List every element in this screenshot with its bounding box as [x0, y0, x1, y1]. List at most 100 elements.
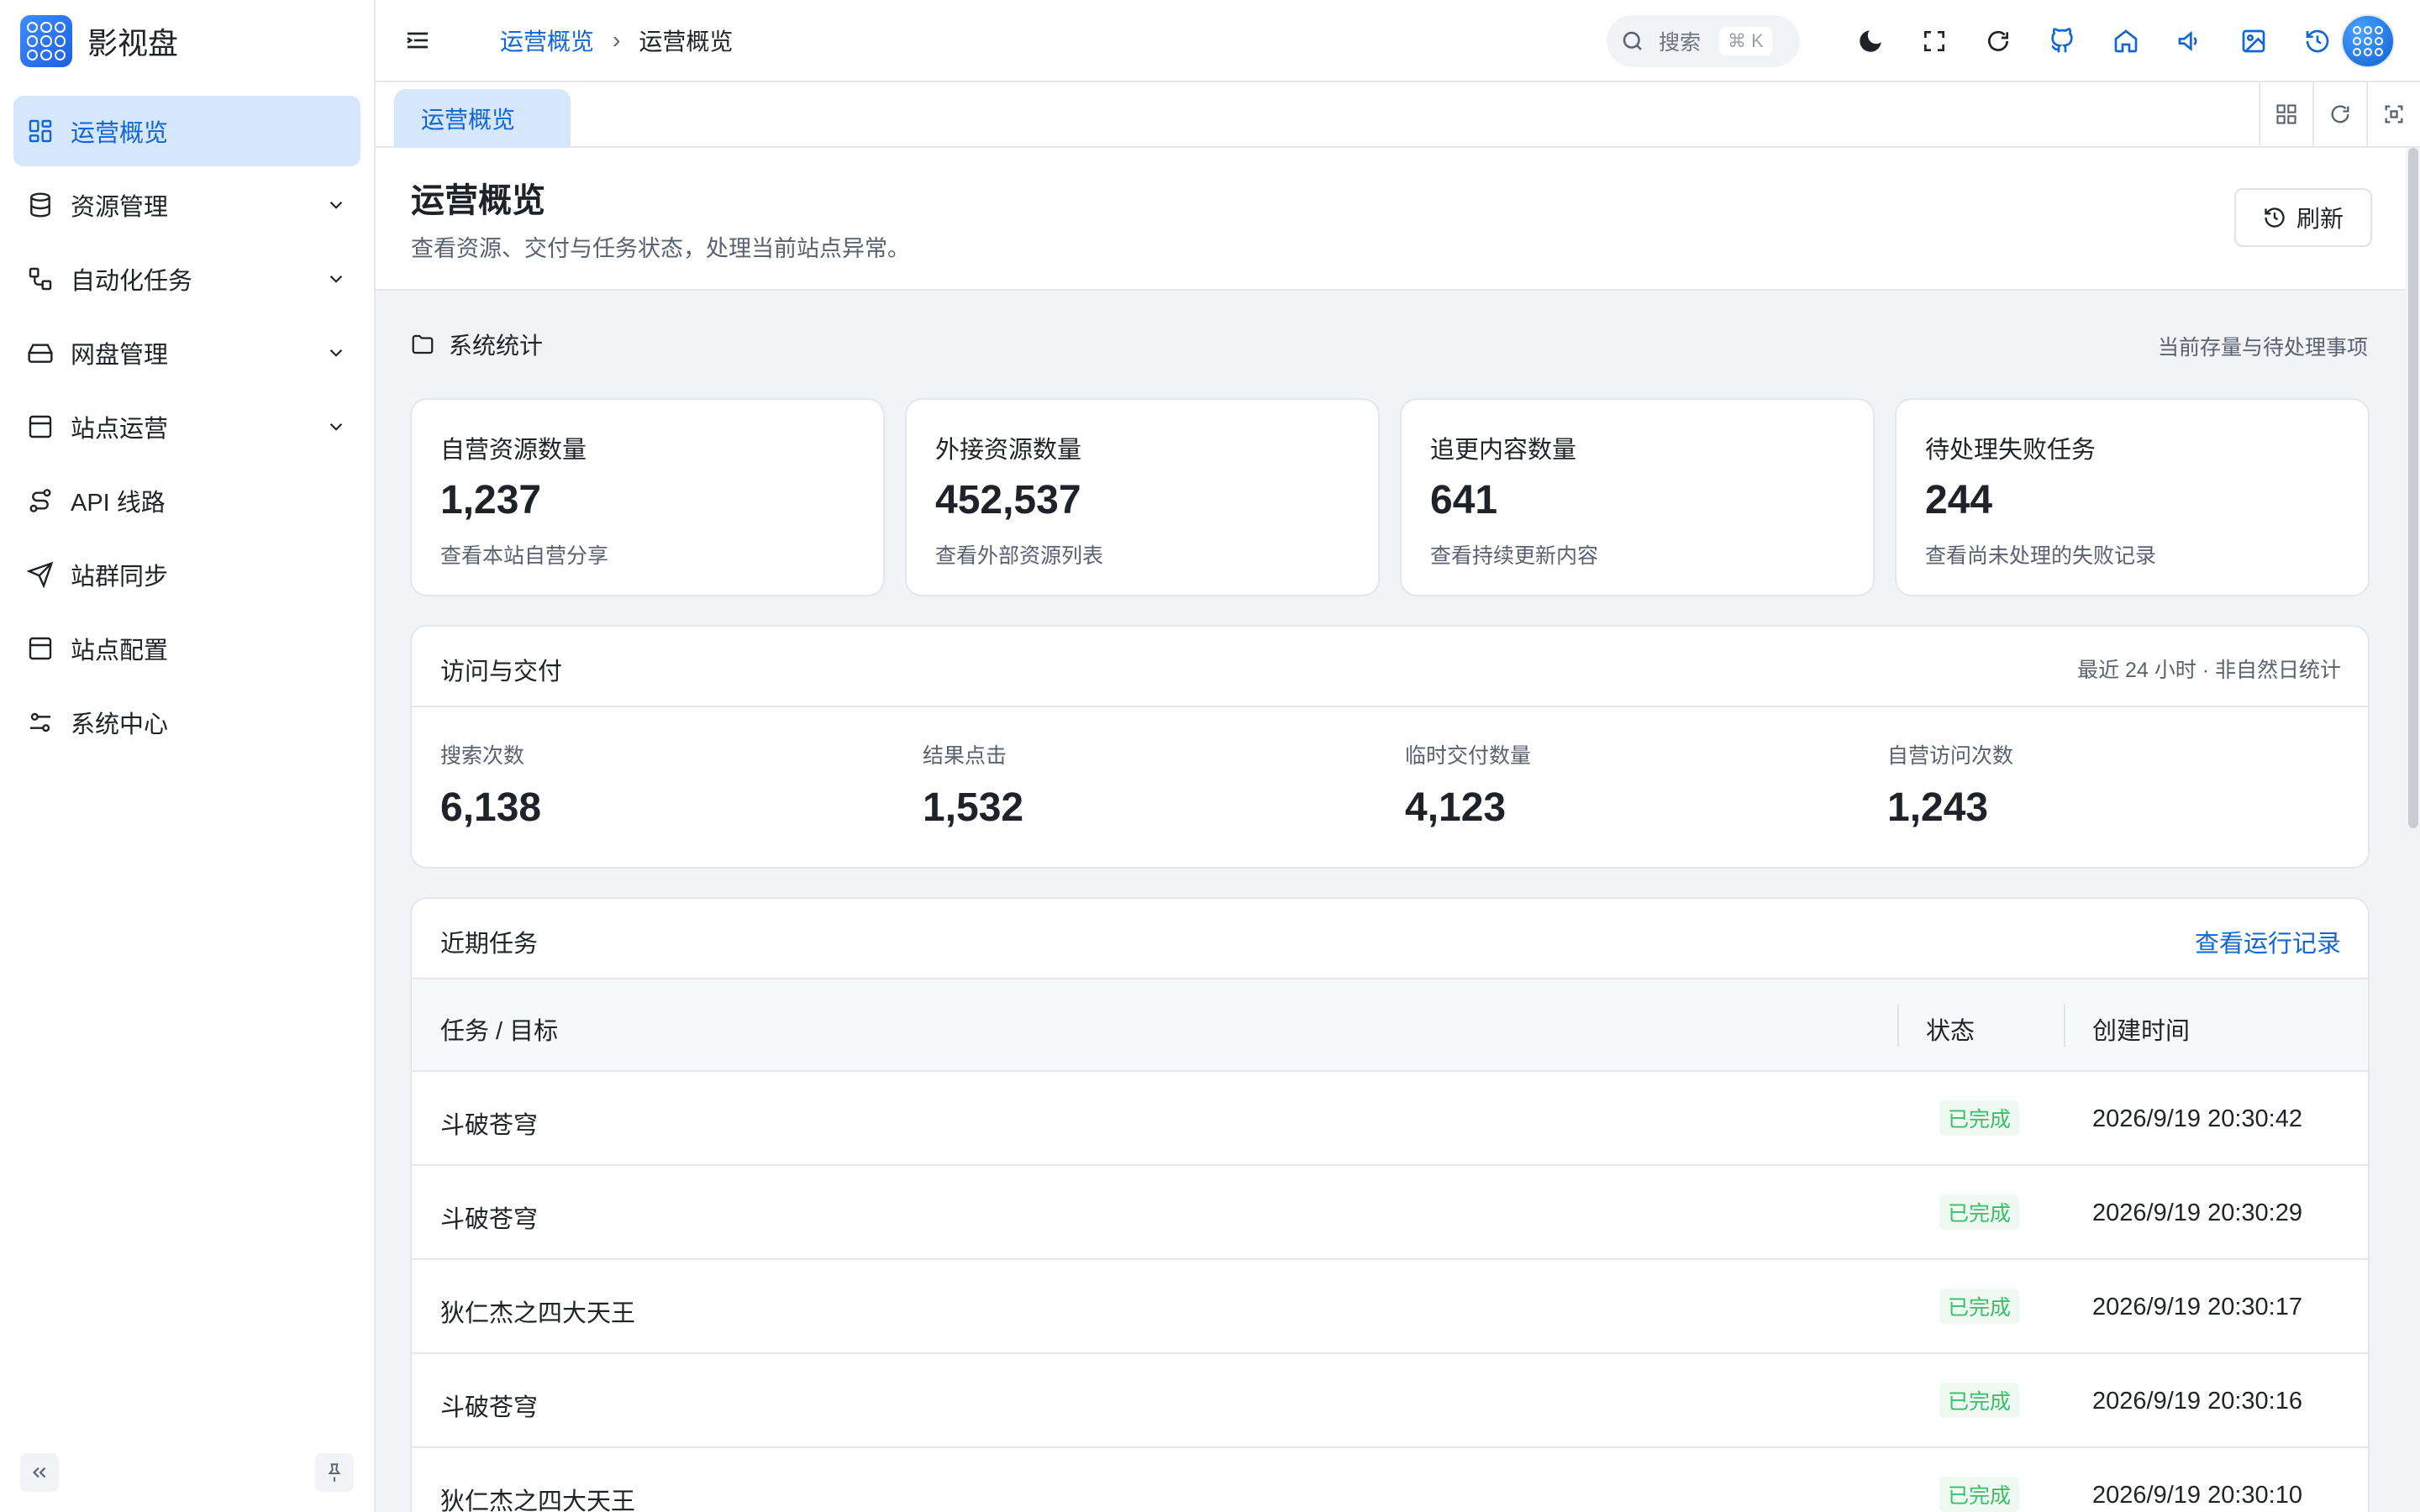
tab-tools [2259, 82, 2420, 146]
grid-logo-icon [20, 15, 72, 67]
avatar[interactable] [2341, 14, 2395, 68]
github-button[interactable] [2041, 20, 2083, 62]
sidebar: 影视盘 运营概览 资源管理 自动化任务 网盘管理 站点运营 API 线路 站群同… [0, 0, 376, 1512]
stat-card-external-resources[interactable]: 外接资源数量 452,537 查看外部资源列表 [905, 398, 1380, 596]
column-header-task[interactable]: 任务 / 目标 [440, 1011, 558, 1047]
refresh-label: 刷新 [2296, 206, 2344, 232]
task-name: 斗破苍穹 [440, 1206, 539, 1233]
sidebar-item-overview[interactable]: 运营概览 [13, 96, 360, 166]
search-shortcut: ⌘ K [1719, 27, 1772, 55]
sidebar-item-site-config[interactable]: 站点配置 [13, 613, 360, 684]
sidebar-item-automation[interactable]: 自动化任务 [13, 244, 360, 314]
stats-section-title: 系统统计 [410, 328, 543, 361]
sidebar-item-label: 自动化任务 [71, 268, 193, 295]
collapse-sidebar-button[interactable] [20, 1453, 59, 1492]
app-name: 影视盘 [87, 26, 179, 60]
sidebar-footer [20, 1453, 354, 1492]
tab-overview[interactable]: 运营概览 [394, 89, 571, 148]
stat-description: 查看外部资源列表 [935, 544, 1104, 568]
refresh-icon [2331, 105, 2349, 123]
workflow-icon [29, 267, 52, 291]
stat-title: 追更内容数量 [1430, 437, 1577, 464]
tasks-title: 近期任务 [440, 931, 539, 958]
column-divider[interactable] [1897, 1005, 1899, 1047]
pin-icon [328, 1463, 341, 1482]
created-time: 2026/9/19 20:30:10 [2092, 1482, 2302, 1509]
tab-refresh-button[interactable] [2312, 82, 2366, 146]
metric-value: 1,532 [923, 785, 1024, 830]
sidebar-menu: 运营概览 资源管理 自动化任务 网盘管理 站点运营 API 线路 站群同步 站点… [0, 82, 374, 774]
reload-button[interactable] [1977, 20, 2019, 62]
stat-card-failed-tasks[interactable]: 待处理失败任务 244 查看尚未处理的失败记录 [1895, 398, 2370, 596]
view-run-records-link[interactable]: 查看运行记录 [2195, 924, 2341, 959]
sidebar-item-label: 站点配置 [71, 638, 169, 664]
breadcrumb-item[interactable]: 运营概览 [500, 24, 594, 57]
history-button[interactable] [2296, 20, 2338, 62]
tab-maximize-button[interactable] [2366, 82, 2420, 146]
sidebar-item-label: 站群同步 [71, 564, 169, 591]
tab-grid-button[interactable] [2259, 82, 2312, 146]
fullscreen-button[interactable] [1913, 20, 1955, 62]
column-header-status[interactable]: 状态 [1926, 1011, 1975, 1047]
pin-sidebar-button[interactable] [315, 1453, 354, 1492]
stat-title: 待处理失败任务 [1925, 437, 2096, 464]
table-row[interactable]: 狄仁杰之四大天王 已完成 2026/9/19 20:30:10 [412, 1448, 2368, 1512]
metric-label: 临时交付数量 [1405, 744, 1532, 768]
home-button[interactable] [2105, 20, 2147, 62]
refresh-button[interactable]: 刷新 [2234, 188, 2372, 247]
table-row[interactable]: 狄仁杰之四大天王 已完成 2026/9/19 20:30:17 [412, 1260, 2368, 1354]
column-header-created[interactable]: 创建时间 [2092, 1011, 2190, 1047]
stat-value: 452,537 [935, 478, 1081, 522]
sidebar-item-api-routes[interactable]: API 线路 [13, 465, 360, 536]
status-badge: 已完成 [1939, 1100, 2020, 1136]
visits-panel-header: 访问与交付 最近 24 小时 · 非自然日统计 [412, 627, 2368, 707]
stat-title: 外接资源数量 [935, 437, 1082, 464]
sidebar-item-label: 系统中心 [71, 711, 169, 738]
window-icon [29, 415, 52, 438]
folder-icon [412, 334, 434, 354]
table-header: 任务 / 目标 状态 创建时间 [412, 979, 2368, 1072]
task-name: 狄仁杰之四大天王 [440, 1300, 636, 1327]
theme-toggle-button[interactable] [1849, 20, 1891, 62]
image-icon [2242, 29, 2265, 53]
table-row[interactable]: 斗破苍穹 已完成 2026/9/19 20:30:16 [412, 1354, 2368, 1448]
breadcrumb: 运营概览 › 运营概览 [500, 24, 733, 57]
page-scrollbar[interactable] [2408, 148, 2418, 828]
grid-icon [2276, 104, 2296, 124]
fullscreen-icon [1924, 31, 1944, 51]
created-time: 2026/9/19 20:30:29 [2092, 1200, 2302, 1226]
sidebar-item-site-ops[interactable]: 站点运营 [13, 391, 360, 462]
metric-value: 6,138 [440, 785, 542, 830]
stat-title: 自营资源数量 [440, 437, 587, 464]
column-divider[interactable] [2064, 1005, 2065, 1047]
announcement-button[interactable] [2169, 20, 2211, 62]
status-badge: 已完成 [1939, 1477, 2020, 1512]
image-button[interactable] [2233, 20, 2275, 62]
stats-title: 系统统计 [449, 333, 544, 359]
metric-value: 4,123 [1405, 785, 1507, 830]
breadcrumb-separator-icon: › [613, 27, 621, 53]
github-icon [2051, 28, 2073, 53]
table-row[interactable]: 斗破苍穹 已完成 2026/9/19 20:30:42 [412, 1072, 2368, 1166]
header-tools [1849, 20, 2360, 62]
sidebar-item-netdisk[interactable]: 网盘管理 [13, 318, 360, 388]
table-row[interactable]: 斗破苍穹 已完成 2026/9/19 20:30:29 [412, 1166, 2368, 1260]
stat-card-follow-updates[interactable]: 追更内容数量 641 查看持续更新内容 [1400, 398, 1875, 596]
menu-toggle-button[interactable] [401, 24, 434, 57]
search-button[interactable]: 搜索 ⌘ K [1607, 15, 1800, 67]
stat-value: 641 [1430, 478, 1498, 522]
refresh-icon [1988, 30, 2008, 51]
sidebar-item-site-sync[interactable]: 站群同步 [13, 539, 360, 610]
stat-card-own-resources[interactable]: 自营资源数量 1,237 查看本站自营分享 [410, 398, 885, 596]
sidebar-item-system[interactable]: 系统中心 [13, 687, 360, 758]
chevron-down-icon [329, 423, 343, 431]
sidebar-item-resources[interactable]: 资源管理 [13, 170, 360, 240]
page-header: 运营概览 查看资源、交付与任务状态，处理当前站点异常。 刷新 [376, 148, 2406, 291]
stat-value: 1,237 [440, 478, 542, 522]
page-subtitle: 查看资源、交付与任务状态，处理当前站点异常。 [411, 236, 910, 261]
sidebar-item-label: API 线路 [71, 490, 166, 517]
brand[interactable]: 影视盘 [0, 0, 374, 82]
breadcrumb-current: 运营概览 [639, 29, 734, 55]
stat-description: 查看持续更新内容 [1430, 544, 1599, 568]
visits-note: 最近 24 小时 · 非自然日统计 [2077, 659, 2341, 682]
